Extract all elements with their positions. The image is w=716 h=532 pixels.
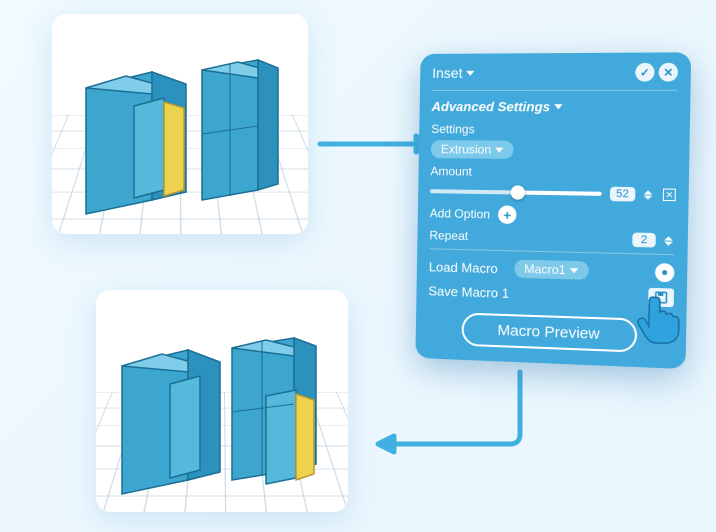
preview-after <box>96 290 348 512</box>
extrusion-text: Extrusion <box>441 142 492 157</box>
chevron-down-icon <box>495 147 503 152</box>
panel-title[interactable]: Inset <box>432 65 475 81</box>
save-macro-label: Save Macro 1 <box>428 283 509 301</box>
divider <box>432 90 678 91</box>
amount-stepper[interactable] <box>644 190 655 199</box>
macro-preview-button[interactable]: Macro Preview <box>461 313 637 353</box>
advanced-settings-header[interactable]: Advanced Settings <box>431 99 677 115</box>
amount-slider[interactable] <box>430 189 601 196</box>
add-option-button[interactable]: + <box>498 205 517 224</box>
macro-dropdown[interactable]: Macro1 <box>514 259 589 279</box>
amount-value[interactable]: 52 <box>610 187 636 202</box>
settings-label: Settings <box>431 122 677 138</box>
load-macro-button[interactable]: ● <box>655 263 675 282</box>
macro-preview-label: Macro Preview <box>497 322 600 343</box>
chevron-down-icon <box>554 104 562 109</box>
inset-panel: Inset ✓ ✕ Advanced Settings Settings Ext… <box>415 52 691 369</box>
load-macro-label: Load Macro <box>429 259 498 276</box>
close-button[interactable]: ✕ <box>659 63 679 82</box>
step-up-icon[interactable] <box>644 190 653 194</box>
extrusion-dropdown[interactable]: Extrusion <box>431 140 514 159</box>
confirm-button[interactable]: ✓ <box>635 63 654 82</box>
advanced-settings-label: Advanced Settings <box>431 99 550 114</box>
model-svg <box>96 290 348 512</box>
model-svg <box>52 14 308 234</box>
step-down-icon[interactable] <box>664 241 673 245</box>
macro-selected-text: Macro1 <box>524 262 565 277</box>
save-macro-button[interactable] <box>648 288 674 307</box>
step-down-icon[interactable] <box>644 195 653 199</box>
step-up-icon[interactable] <box>664 236 673 240</box>
repeat-value[interactable]: 2 <box>632 233 656 248</box>
amount-clear-button[interactable]: ✕ <box>663 189 676 202</box>
slider-thumb[interactable] <box>511 185 526 199</box>
divider <box>429 248 675 255</box>
preview-before <box>52 14 308 234</box>
panel-title-text: Inset <box>432 65 463 81</box>
arrow-from-panel <box>370 368 540 468</box>
chevron-down-icon <box>467 70 475 75</box>
add-option-label: Add Option <box>430 206 490 221</box>
chevron-down-icon <box>570 268 578 273</box>
repeat-stepper[interactable] <box>664 236 675 246</box>
save-icon <box>655 291 668 304</box>
amount-label: Amount <box>430 164 676 181</box>
repeat-label: Repeat <box>429 228 624 247</box>
